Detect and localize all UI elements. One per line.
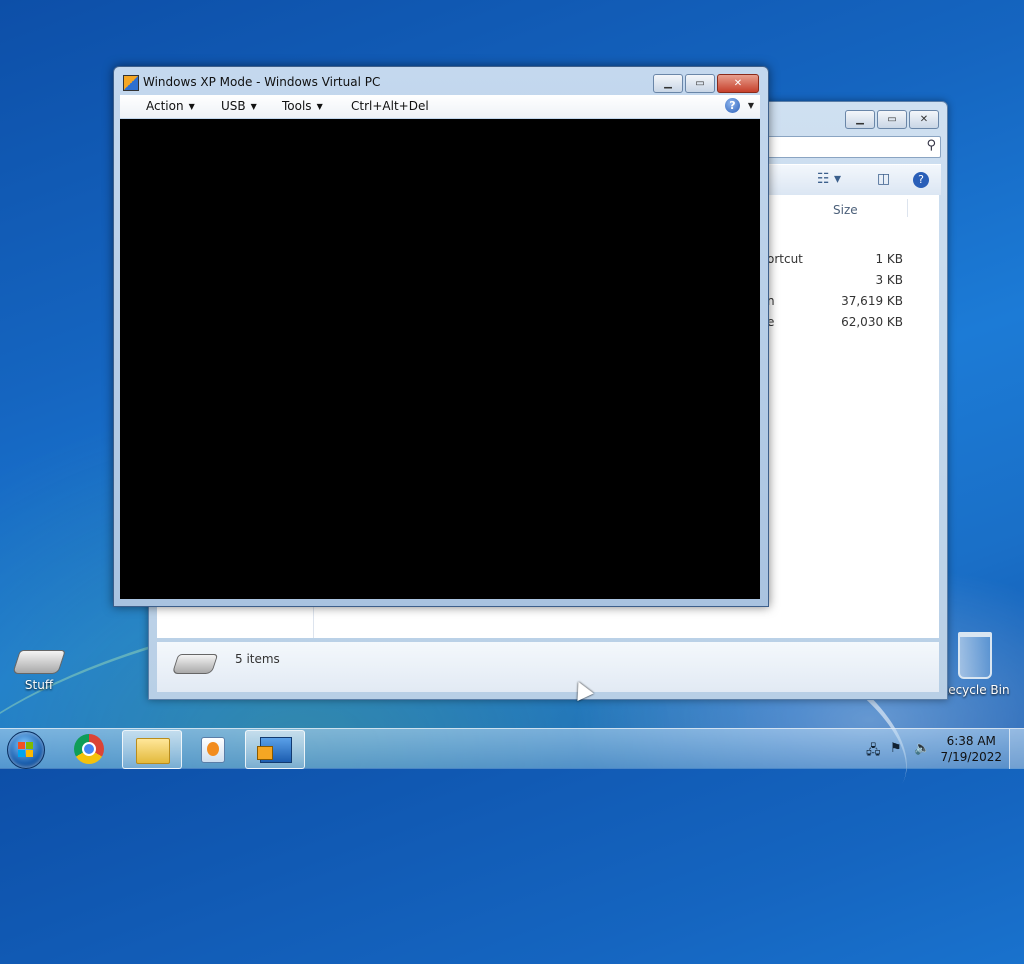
virtual-pc-window[interactable]: Windows XP Mode - Windows Virtual PC ▁ ▭… <box>113 66 769 607</box>
menu-tools[interactable]: Tools ▼ <box>282 99 323 113</box>
explorer-minimize-button[interactable]: ▁ <box>845 110 875 129</box>
chrome-icon[interactable] <box>74 734 104 764</box>
folder-icon <box>136 738 170 764</box>
column-header-size[interactable]: Size <box>833 203 858 217</box>
nav-pane-divider[interactable] <box>313 605 314 638</box>
file-size: 3 KB <box>875 273 903 287</box>
chevron-down-icon: ▼ <box>316 102 323 111</box>
recycle-bin-icon <box>958 632 992 679</box>
menu-usb-label: USB <box>221 99 246 113</box>
virtual-pc-icon <box>123 75 139 91</box>
windows-logo-icon <box>18 742 34 758</box>
file-size: 1 KB <box>875 252 903 266</box>
file-size: 62,030 KB <box>841 315 903 329</box>
clock-time: 6:38 AM <box>946 734 996 748</box>
file-name-fragment[interactable]: ortcut <box>767 252 803 266</box>
explorer-maximize-button[interactable]: ▭ <box>877 110 907 129</box>
clock[interactable]: 6:38 AM 7/19/2022 <box>940 733 1002 765</box>
action-center-flag-icon[interactable]: ⚑ <box>890 741 904 756</box>
chevron-down-icon: ▼ <box>188 102 195 111</box>
item-count: 5 items <box>235 652 280 666</box>
drive-icon <box>171 654 219 674</box>
menu-tools-label: Tools <box>282 99 312 113</box>
help-icon[interactable]: ? <box>913 172 929 188</box>
virtual-pc-icon <box>257 737 292 763</box>
preview-pane-icon[interactable]: ◫ <box>877 171 890 187</box>
menu-action-label: Action <box>146 99 184 113</box>
desktop-icon-label: Stuff <box>24 678 54 692</box>
vpc-menubar: Action ▼ USB ▼ Tools ▼ Ctrl+Alt+Del ? ▼ <box>120 95 760 118</box>
views-icon[interactable]: ☷ ▾ <box>817 171 841 187</box>
explorer-close-button[interactable]: ✕ <box>909 110 939 129</box>
taskbar-explorer-button[interactable] <box>122 730 182 769</box>
clock-date: 7/19/2022 <box>940 750 1002 764</box>
details-pane: 5 items <box>157 642 939 692</box>
chevron-down-icon: ▼ <box>250 102 257 111</box>
window-title: Windows XP Mode - Windows Virtual PC <box>143 75 381 89</box>
volume-icon[interactable]: 🔈 <box>914 741 930 756</box>
menu-usb[interactable]: USB ▼ <box>221 99 257 113</box>
maximize-button[interactable]: ▭ <box>685 74 715 93</box>
desktop-icon-recycle-bin[interactable]: Recycle Bin <box>940 632 1010 697</box>
menu-action[interactable]: Action ▼ <box>146 99 195 113</box>
network-icon[interactable]: 🖧 <box>866 741 881 758</box>
desktop-icon-stuff[interactable]: Stuff <box>4 650 74 692</box>
show-desktop-button[interactable] <box>1009 729 1024 769</box>
close-button[interactable]: ✕ <box>717 74 759 93</box>
taskbar-virtual-pc-button[interactable] <box>245 730 305 769</box>
help-icon[interactable]: ? <box>725 98 740 113</box>
explorer-window-controls: ▁ ▭ ✕ <box>845 110 939 129</box>
vpc-window-controls: ▁ ▭ ✕ <box>653 74 759 93</box>
virtual-machine-screen[interactable] <box>120 119 760 599</box>
media-player-icon <box>201 737 225 763</box>
desktop-icon-label: Recycle Bin <box>940 683 1010 697</box>
drive-icon <box>12 650 66 674</box>
chevron-down-icon[interactable]: ▼ <box>748 101 754 110</box>
search-icon: ⚲ <box>926 138 936 153</box>
system-tray: 🖧 ⚑ 🔈 <box>866 741 930 758</box>
start-button[interactable] <box>7 731 45 769</box>
explorer-search-input[interactable]: ⚲ <box>763 136 941 158</box>
minimize-button[interactable]: ▁ <box>653 74 683 93</box>
menu-ctrl-alt-del[interactable]: Ctrl+Alt+Del <box>351 99 429 113</box>
column-divider <box>907 199 908 217</box>
taskbar: 🖧 ⚑ 🔈 6:38 AM 7/19/2022 <box>0 728 1024 769</box>
file-size: 37,619 KB <box>841 294 903 308</box>
taskbar-media-player-button[interactable] <box>183 730 241 767</box>
